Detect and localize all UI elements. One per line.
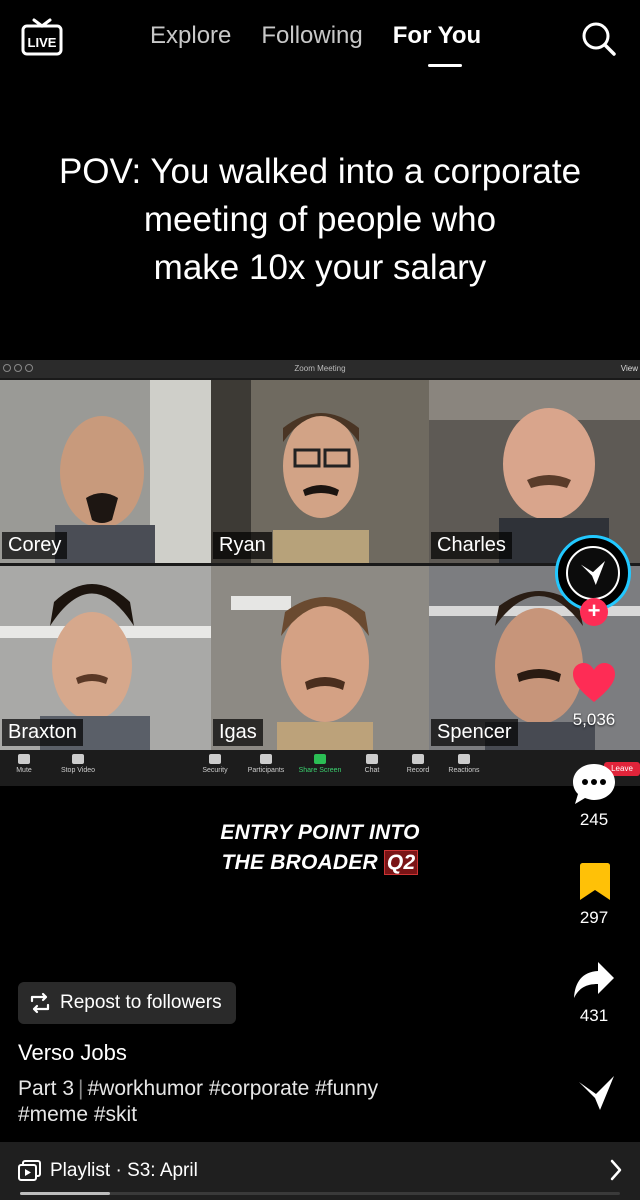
like-heart-icon[interactable] (571, 662, 617, 704)
zoom-reactions-button[interactable]: Reactions (434, 754, 494, 774)
participant-name: Corey (2, 532, 68, 559)
overlay-line-1: ENTRY POINT INTO (220, 821, 420, 844)
feed-tabs: Explore Following For You (150, 22, 481, 50)
caption-line-1: POV: You walked into a corporate (58, 152, 582, 191)
follow-plus-button[interactable]: + (580, 598, 608, 626)
repost-to-followers-button[interactable]: Repost to followers (18, 982, 236, 1024)
share-arrow-icon[interactable] (572, 960, 616, 1000)
zoom-window-title: Zoom Meeting (294, 364, 346, 373)
participant-name: Charles (431, 532, 512, 559)
hashtags-line-1[interactable]: #workhumor #corporate #funny (88, 1077, 379, 1100)
caption-line-2: meeting of people who (143, 200, 497, 239)
author-name[interactable]: Verso Jobs (18, 1040, 127, 1066)
tab-explore[interactable]: Explore (150, 22, 231, 50)
zoom-titlebar: Zoom Meeting View (0, 360, 640, 378)
chevron-right-icon (610, 1159, 622, 1181)
video-overlay-text: ENTRY POINT INTO THE BROADER Q2 (0, 818, 640, 878)
playlist-icon (18, 1160, 41, 1181)
comment-count: 245 (579, 810, 609, 829)
zoom-view-label: View (620, 364, 638, 373)
overlay-line-2-prefix: THE BROADER (221, 851, 384, 874)
zoom-stop-video-button[interactable]: Stop Video (48, 754, 108, 774)
tab-for-you[interactable]: For You (393, 22, 481, 50)
participant-tile: Braxton (0, 566, 211, 750)
comment-icon[interactable] (571, 762, 617, 806)
participant-tile: Ryan (211, 380, 429, 563)
video-progress-fill (20, 1192, 110, 1195)
share-count: 431 (579, 1006, 609, 1025)
video-caption: POV: You walked into a corporate meeting… (10, 148, 630, 292)
avatar-image (566, 546, 620, 600)
sound-disc-icon[interactable] (576, 1072, 616, 1112)
caption-line-3: make 10x your salary (153, 248, 487, 287)
bookmark-icon[interactable] (578, 862, 612, 902)
participant-grid: Corey Ryan Charles Braxton Igas Spencer (0, 380, 640, 750)
verso-logo-icon (580, 560, 606, 586)
description-separator: | (78, 1077, 84, 1100)
video-progress-bar[interactable] (20, 1192, 620, 1195)
active-tab-indicator (428, 64, 462, 67)
zoom-toolbar: Mute Stop Video Security Participants Sh… (0, 750, 640, 786)
participant-name: Igas (213, 719, 263, 746)
repost-label: Repost to followers (60, 992, 222, 1013)
participant-name: Ryan (213, 532, 272, 559)
zoom-mute-button[interactable]: Mute (0, 754, 54, 774)
search-icon[interactable] (578, 18, 618, 58)
hashtags-line-2[interactable]: #meme #skit (18, 1103, 137, 1126)
save-count: 297 (579, 908, 609, 927)
top-nav-bar: LIVE Explore Following For You (0, 0, 640, 80)
overlay-line-2: THE BROADER Q2 (0, 848, 640, 878)
overlay-highlight: Q2 (383, 850, 419, 875)
participant-name: Spencer (431, 719, 518, 746)
description-part: Part 3 (18, 1077, 75, 1100)
zoom-share-screen-button[interactable]: Share Screen (290, 754, 350, 774)
video-description: Part 3 | #workhumor #corporate #funny #mem… (18, 1076, 458, 1128)
video-frame-zoom-meeting[interactable]: Zoom Meeting View Corey Ryan Charles Bra… (0, 360, 640, 786)
zoom-participants-button[interactable]: Participants (236, 754, 296, 774)
live-label: LIVE (28, 35, 57, 50)
participant-tile: Corey (0, 380, 211, 563)
like-count: 5,036 (572, 710, 616, 729)
participant-tile: Igas (211, 566, 429, 750)
participant-tile: Charles (429, 380, 640, 563)
playlist-label: Playlist · S3: April (50, 1160, 198, 1181)
live-icon[interactable]: LIVE (20, 18, 64, 58)
participant-name: Braxton (2, 719, 83, 746)
repost-icon (30, 992, 50, 1014)
tab-following[interactable]: Following (261, 22, 362, 50)
